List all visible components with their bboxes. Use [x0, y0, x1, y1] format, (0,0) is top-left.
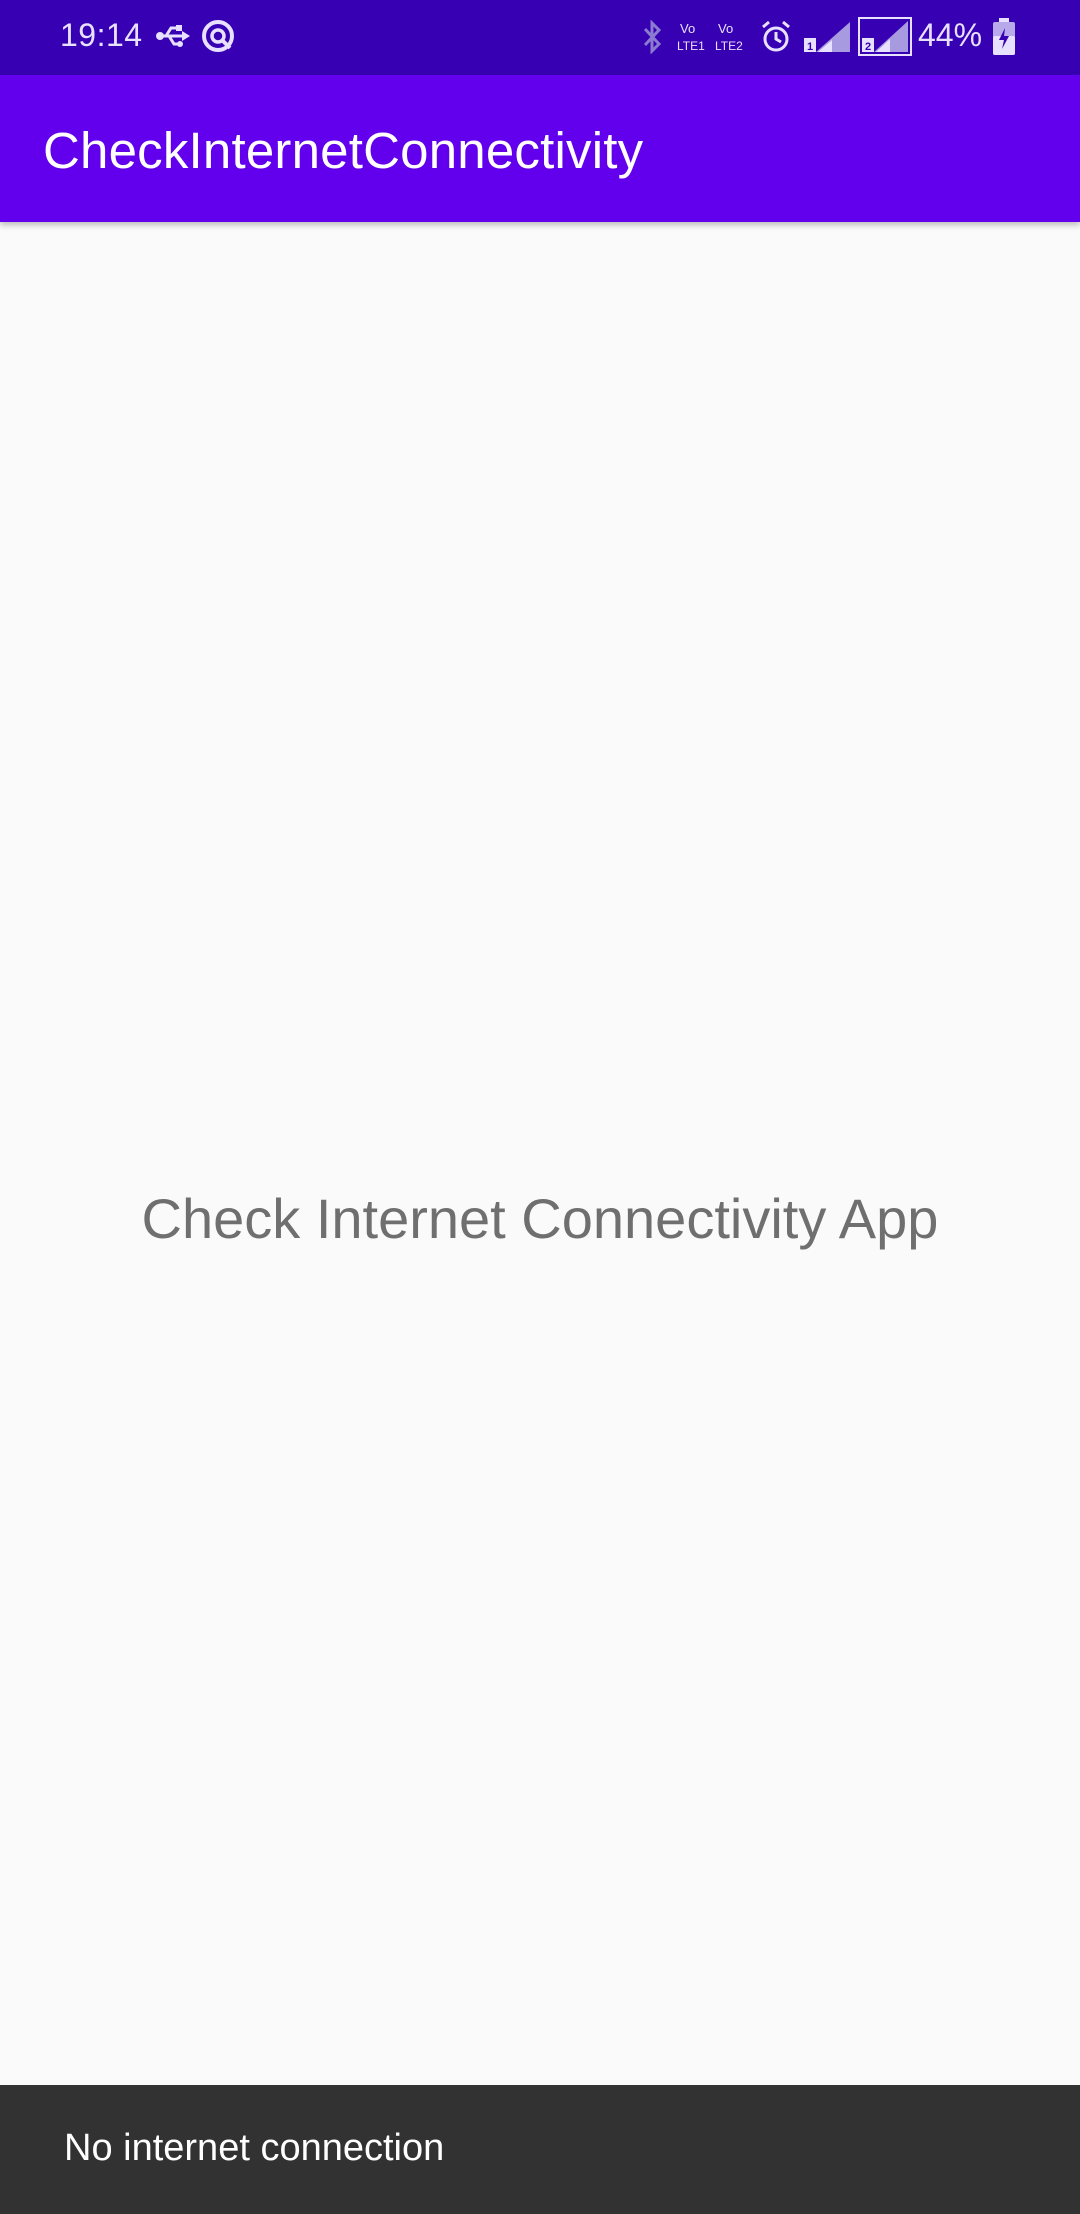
signal-sim1-icon: 1 — [804, 22, 850, 53]
status-time: 19:14 — [60, 17, 143, 53]
status-bar: 19:14 Vo LTE1 Vo LTE2 1 2 44% — [0, 0, 1080, 75]
volte2-icon: Vo LTE2 — [715, 21, 743, 53]
svg-text:LTE2: LTE2 — [715, 39, 743, 53]
snackbar-message: No internet connection — [64, 2127, 445, 2169]
volte1-icon: Vo LTE1 — [677, 21, 705, 53]
bluetooth-icon — [643, 20, 662, 54]
screen: 19:14 Vo LTE1 Vo LTE2 1 2 44% CheckInter… — [0, 0, 1080, 2214]
svg-text:LTE1: LTE1 — [677, 39, 705, 53]
signal-sim2-icon: 2 — [858, 17, 912, 56]
snackbar: No internet connection — [0, 2085, 1080, 2214]
svg-text:Vo: Vo — [680, 21, 695, 36]
svg-text:1: 1 — [807, 41, 813, 53]
sync-icon — [202, 20, 234, 52]
battery-percent: 44% — [918, 17, 983, 53]
svg-text:Vo: Vo — [718, 21, 733, 36]
app-bar: CheckInternetConnectivity — [0, 75, 1080, 222]
app-title: CheckInternetConnectivity — [43, 122, 644, 179]
usb-icon — [156, 25, 190, 47]
svg-text:2: 2 — [865, 41, 871, 53]
alarm-icon — [762, 20, 790, 52]
battery-charging-icon — [993, 18, 1015, 55]
main-label: Check Internet Connectivity App — [141, 1187, 939, 1250]
